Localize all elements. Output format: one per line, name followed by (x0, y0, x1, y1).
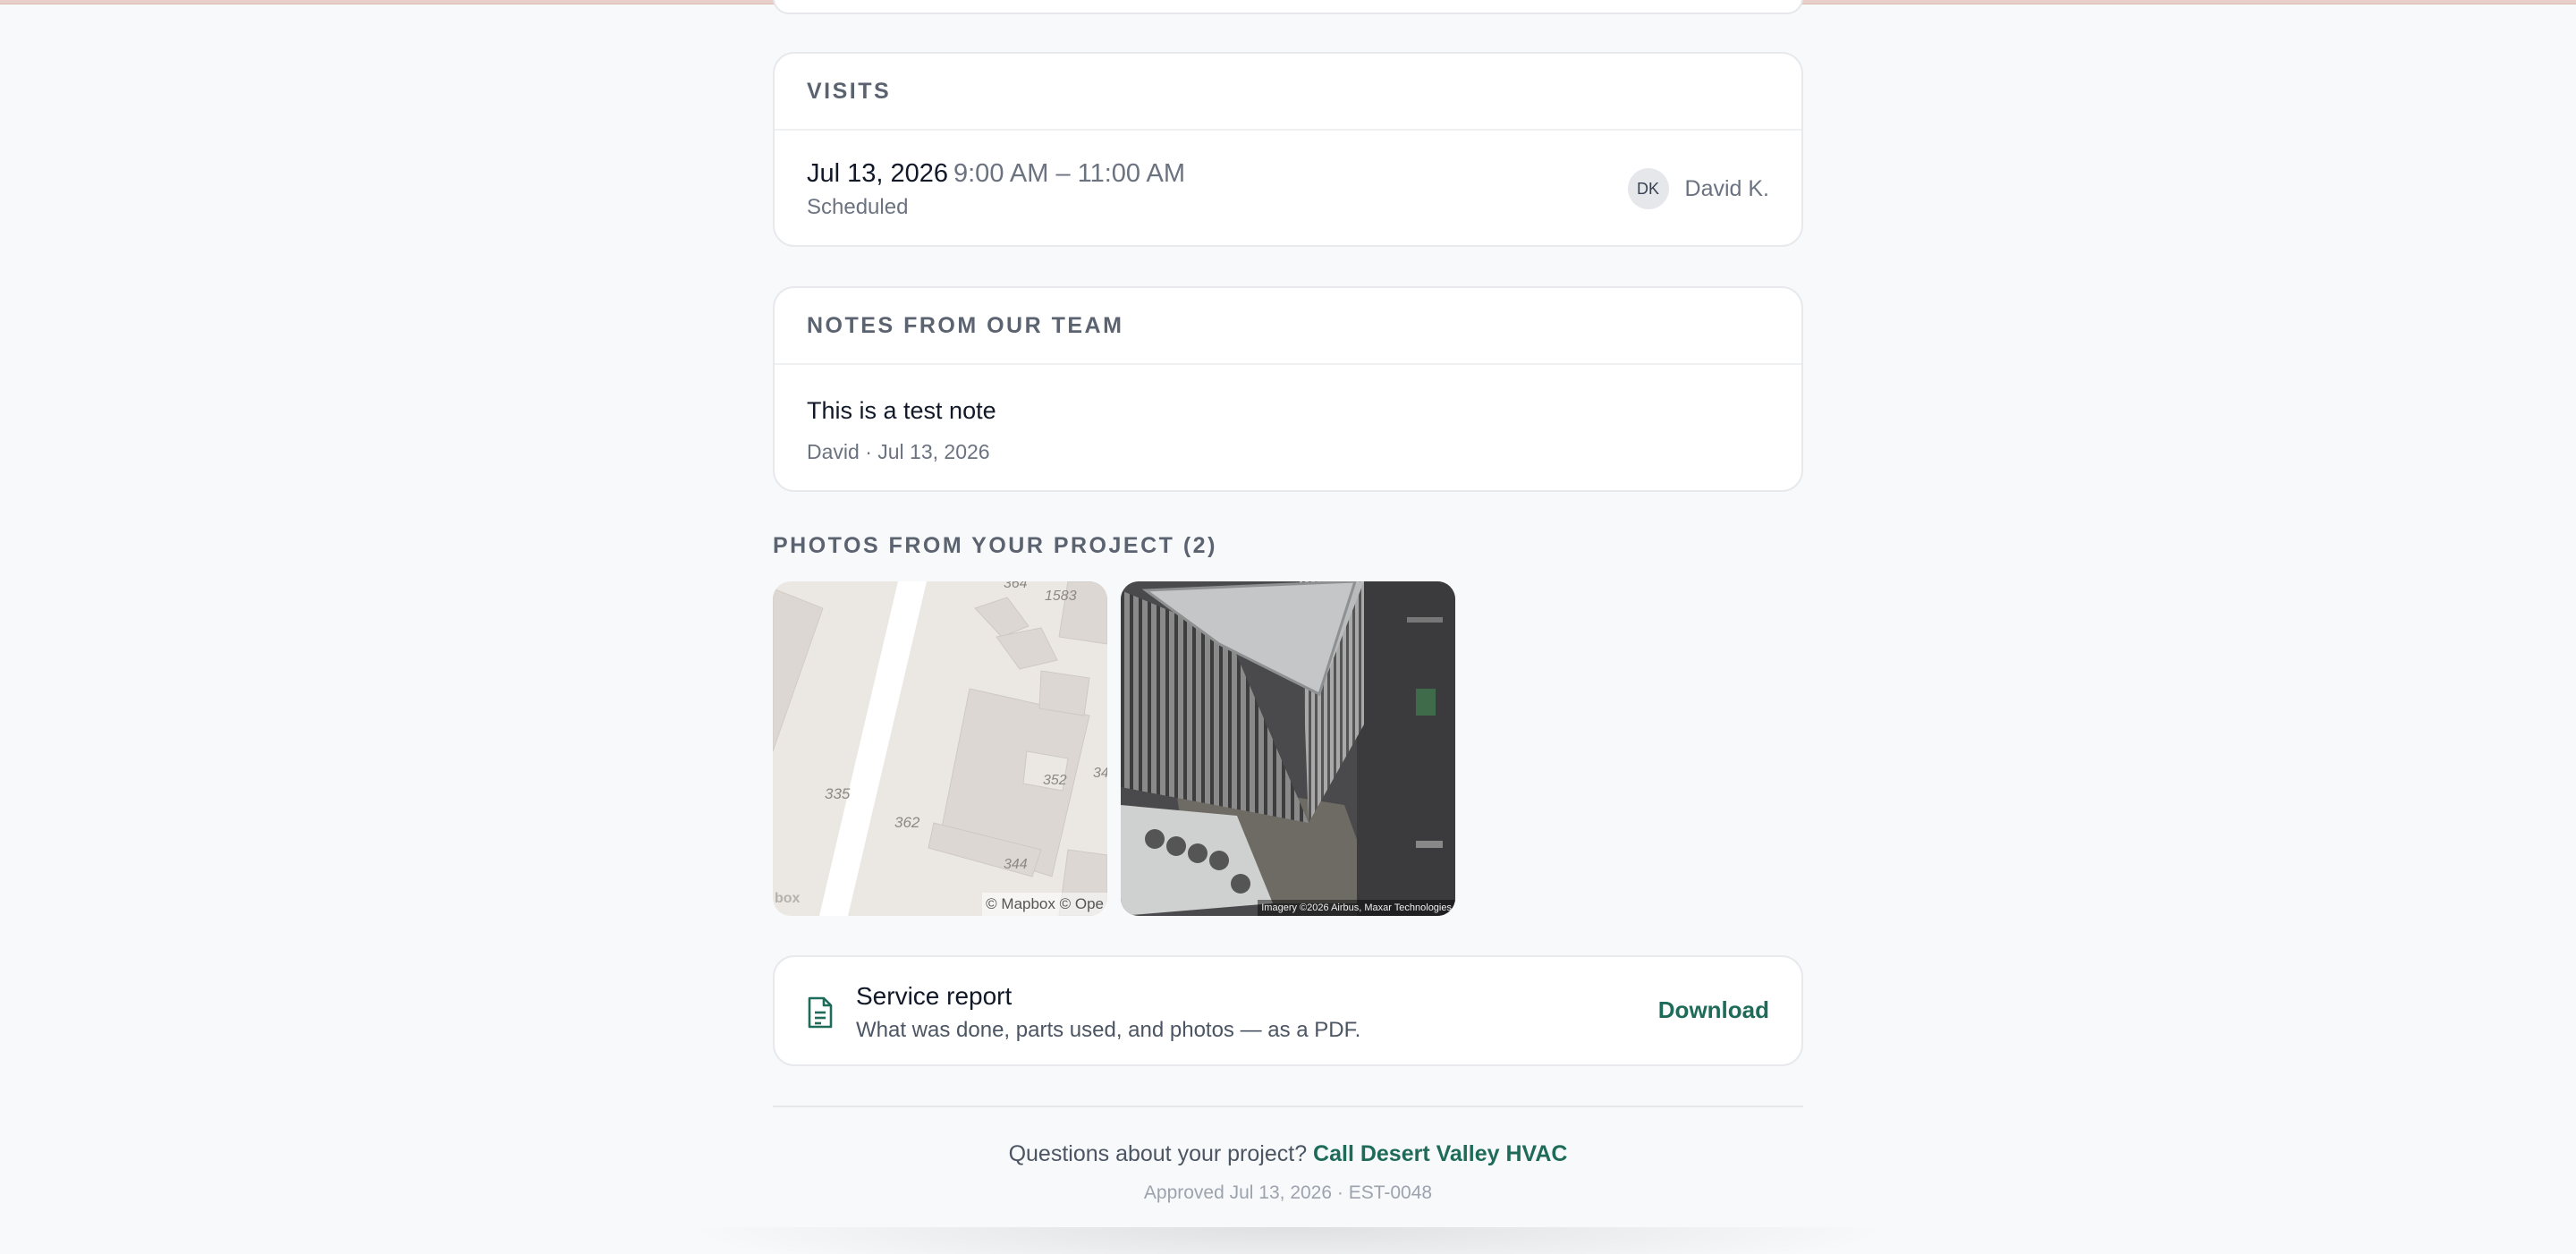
photos-title: PHOTOS FROM YOUR PROJECT (2) (773, 533, 1217, 558)
map-label: 34 (1093, 766, 1107, 781)
notes-header: NOTES FROM OUR TEAM (775, 288, 1801, 365)
map-attribution[interactable]: © Mapbox © Ope (982, 893, 1107, 916)
map-label: 362 (894, 814, 920, 831)
bottom-shadow (680, 1227, 1896, 1254)
map-label: 335 (825, 785, 851, 802)
mapbox-logo: box (775, 891, 801, 906)
map-label: 364 (1004, 581, 1028, 591)
footer-meta: Approved Jul 13, 2026 · EST-0048 (1143, 1182, 1433, 1203)
visit-status: Scheduled (807, 195, 909, 219)
service-report-card: Service report What was done, parts used… (773, 955, 1803, 1066)
download-button[interactable]: Download (1658, 996, 1769, 1024)
visit-row[interactable]: Jul 13, 2026 9:00 AM – 11:00 AM Schedule… (807, 159, 1769, 225)
previous-card-edge (773, 0, 1803, 14)
footer-question-text: Questions about your project? (1008, 1141, 1314, 1166)
photo-map[interactable]: 364 1583 335 362 352 344 34 box © Mapbox… (773, 581, 1107, 916)
visit-date: Jul 13, 2026 (807, 159, 949, 188)
assignee-name: David K. (1684, 175, 1769, 201)
visits-header: VISITS (775, 54, 1801, 131)
map-label: 1583 (1045, 589, 1077, 604)
map-label: 344 (1004, 857, 1028, 872)
map-image (773, 581, 1107, 916)
photo-satellite[interactable]: Imagery ©2026 Airbus, Maxar Technologies (1121, 581, 1455, 916)
report-title: Service report (856, 982, 1013, 1010)
visits-card: VISITS Jul 13, 2026 9:00 AM – 11:00 AM S… (773, 52, 1803, 247)
note-text: This is a test note (807, 397, 996, 424)
report-subtitle: What was done, parts used, and photos — … (856, 1018, 1361, 1042)
call-company-link[interactable]: Call Desert Valley HVAC (1313, 1141, 1567, 1166)
map-label: 352 (1043, 773, 1067, 788)
footer-divider (773, 1106, 1803, 1107)
note-meta: David · Jul 13, 2026 (807, 440, 990, 463)
avatar: DK (1627, 168, 1669, 209)
document-icon (808, 996, 833, 1029)
footer-question: Questions about your project? Call Deser… (0, 1141, 2576, 1167)
satellite-image (1121, 581, 1455, 916)
satellite-attribution[interactable]: Imagery ©2026 Airbus, Maxar Technologies (1258, 900, 1455, 916)
visit-assignee: DK David K. (1627, 168, 1769, 209)
notes-card: NOTES FROM OUR TEAM This is a test note … (773, 286, 1803, 492)
visit-time: 9:00 AM – 11:00 AM (953, 159, 1186, 188)
